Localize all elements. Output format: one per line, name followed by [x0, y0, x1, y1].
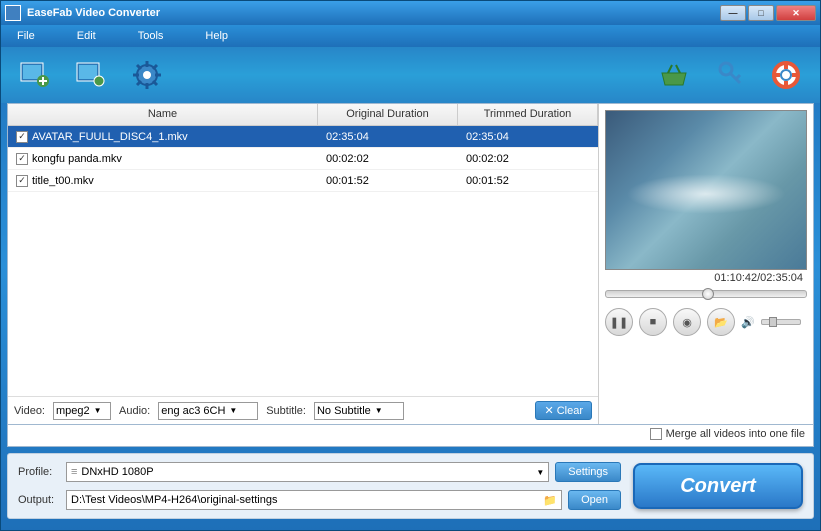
row-checkbox[interactable]: ✓	[16, 131, 28, 143]
col-orig-duration[interactable]: Original Duration	[318, 104, 458, 125]
table-body[interactable]: ✓ AVATAR_FUULL_DISC4_1.mkv 02:35:0402:35:0…	[8, 126, 598, 396]
seek-slider[interactable]	[605, 290, 807, 298]
stop-icon: ■	[650, 316, 657, 328]
menu-file[interactable]: File	[11, 28, 41, 44]
titlebar: EaseFab Video Converter — □ ✕	[1, 1, 820, 25]
app-icon	[5, 5, 21, 21]
close-button[interactable]: ✕	[776, 5, 816, 21]
gear-icon	[131, 59, 163, 91]
main-area: Name Original Duration Trimmed Duration …	[7, 103, 814, 425]
file-name: title_t00.mkv	[32, 175, 94, 187]
register-button[interactable]	[712, 57, 748, 93]
bottom-panel: Profile: ≡ DNxHD 1080P ▼ Settings Output…	[7, 453, 814, 519]
orig-duration: 00:01:52	[318, 173, 458, 189]
file-name: AVATAR_FUULL_DISC4_1.mkv	[32, 131, 188, 143]
seek-thumb[interactable]	[702, 288, 714, 300]
add-folder-button[interactable]	[73, 57, 109, 93]
trim-duration: 02:35:04	[458, 129, 598, 145]
preview-panel: 01:10:42/02:35:04 ❚❚ ■ ◉ 📂 🔊	[598, 104, 813, 424]
stop-button[interactable]: ■	[639, 308, 667, 336]
film-plus-icon	[19, 59, 51, 91]
snapshot-button[interactable]: ◉	[673, 308, 701, 336]
settings-profile-button[interactable]: Settings	[555, 462, 621, 482]
merge-row: Merge all videos into one file	[7, 425, 814, 447]
output-path-input[interactable]: D:\Test Videos\MP4-H264\original-setting…	[66, 490, 562, 510]
menu-edit[interactable]: Edit	[71, 28, 102, 44]
lifebuoy-icon	[770, 59, 802, 91]
audio-select[interactable]: eng ac3 6CH▼	[158, 402, 258, 420]
row-checkbox[interactable]: ✓	[16, 153, 28, 165]
x-icon: ✕	[544, 404, 553, 417]
chevron-down-icon: ▼	[536, 468, 544, 477]
volume-icon[interactable]: 🔊	[741, 316, 755, 329]
maximize-button[interactable]: □	[748, 5, 774, 21]
basket-icon	[658, 59, 690, 91]
table-header: Name Original Duration Trimmed Duration	[8, 104, 598, 126]
add-video-button[interactable]	[17, 57, 53, 93]
list-footer: Video: mpeg2▼ Audio: eng ac3 6CH▼ Subtit…	[8, 396, 598, 424]
subtitle-select[interactable]: No Subtitle▼	[314, 402, 404, 420]
output-label: Output:	[18, 494, 60, 506]
settings-button[interactable]	[129, 57, 165, 93]
merge-checkbox-label[interactable]: Merge all videos into one file	[650, 428, 805, 440]
profile-label: Profile:	[18, 466, 60, 478]
menu-help[interactable]: Help	[199, 28, 234, 44]
table-row[interactable]: ✓ title_t00.mkv 00:01:5200:01:52	[8, 170, 598, 192]
row-checkbox[interactable]: ✓	[16, 175, 28, 187]
film-gear-icon	[75, 59, 107, 91]
profile-select[interactable]: ≡ DNxHD 1080P ▼	[66, 462, 549, 482]
clear-button[interactable]: ✕Clear	[535, 401, 592, 420]
trim-duration: 00:01:52	[458, 173, 598, 189]
col-trim-duration[interactable]: Trimmed Duration	[458, 104, 598, 125]
file-list-panel: Name Original Duration Trimmed Duration …	[8, 104, 598, 424]
video-select[interactable]: mpeg2▼	[53, 402, 111, 420]
file-name: kongfu panda.mkv	[32, 153, 122, 165]
pause-icon: ❚❚	[610, 316, 628, 329]
menubar: File Edit Tools Help	[1, 25, 820, 47]
chevron-down-icon: ▼	[375, 406, 383, 415]
video-label: Video:	[14, 405, 45, 417]
key-icon	[714, 59, 746, 91]
player-controls: ❚❚ ■ ◉ 📂 🔊	[605, 308, 807, 336]
folder-icon[interactable]: 📁	[543, 494, 557, 507]
open-folder-button[interactable]: 📂	[707, 308, 735, 336]
audio-label: Audio:	[119, 405, 150, 417]
convert-button[interactable]: Convert	[633, 463, 803, 509]
merge-checkbox[interactable]	[650, 428, 662, 440]
subtitle-label: Subtitle:	[266, 405, 306, 417]
volume-slider[interactable]	[761, 319, 801, 325]
time-display: 01:10:42/02:35:04	[605, 270, 807, 286]
open-output-button[interactable]: Open	[568, 490, 621, 510]
purchase-button[interactable]	[656, 57, 692, 93]
app-title: EaseFab Video Converter	[27, 7, 720, 19]
orig-duration: 00:02:02	[318, 151, 458, 167]
profile-icon: ≡	[71, 466, 77, 478]
camera-icon: ◉	[682, 316, 692, 329]
trim-duration: 00:02:02	[458, 151, 598, 167]
preview-screen[interactable]	[605, 110, 807, 270]
volume-thumb[interactable]	[769, 317, 777, 327]
orig-duration: 02:35:04	[318, 129, 458, 145]
minimize-button[interactable]: —	[720, 5, 746, 21]
chevron-down-icon: ▼	[229, 406, 237, 415]
toolbar	[1, 47, 820, 103]
menu-tools[interactable]: Tools	[132, 28, 170, 44]
col-name[interactable]: Name	[8, 104, 318, 125]
help-button[interactable]	[768, 57, 804, 93]
folder-icon: 📂	[714, 316, 728, 329]
pause-button[interactable]: ❚❚	[605, 308, 633, 336]
table-row[interactable]: ✓ AVATAR_FUULL_DISC4_1.mkv 02:35:0402:35:0…	[8, 126, 598, 148]
table-row[interactable]: ✓ kongfu panda.mkv 00:02:0200:02:02	[8, 148, 598, 170]
chevron-down-icon: ▼	[94, 406, 102, 415]
